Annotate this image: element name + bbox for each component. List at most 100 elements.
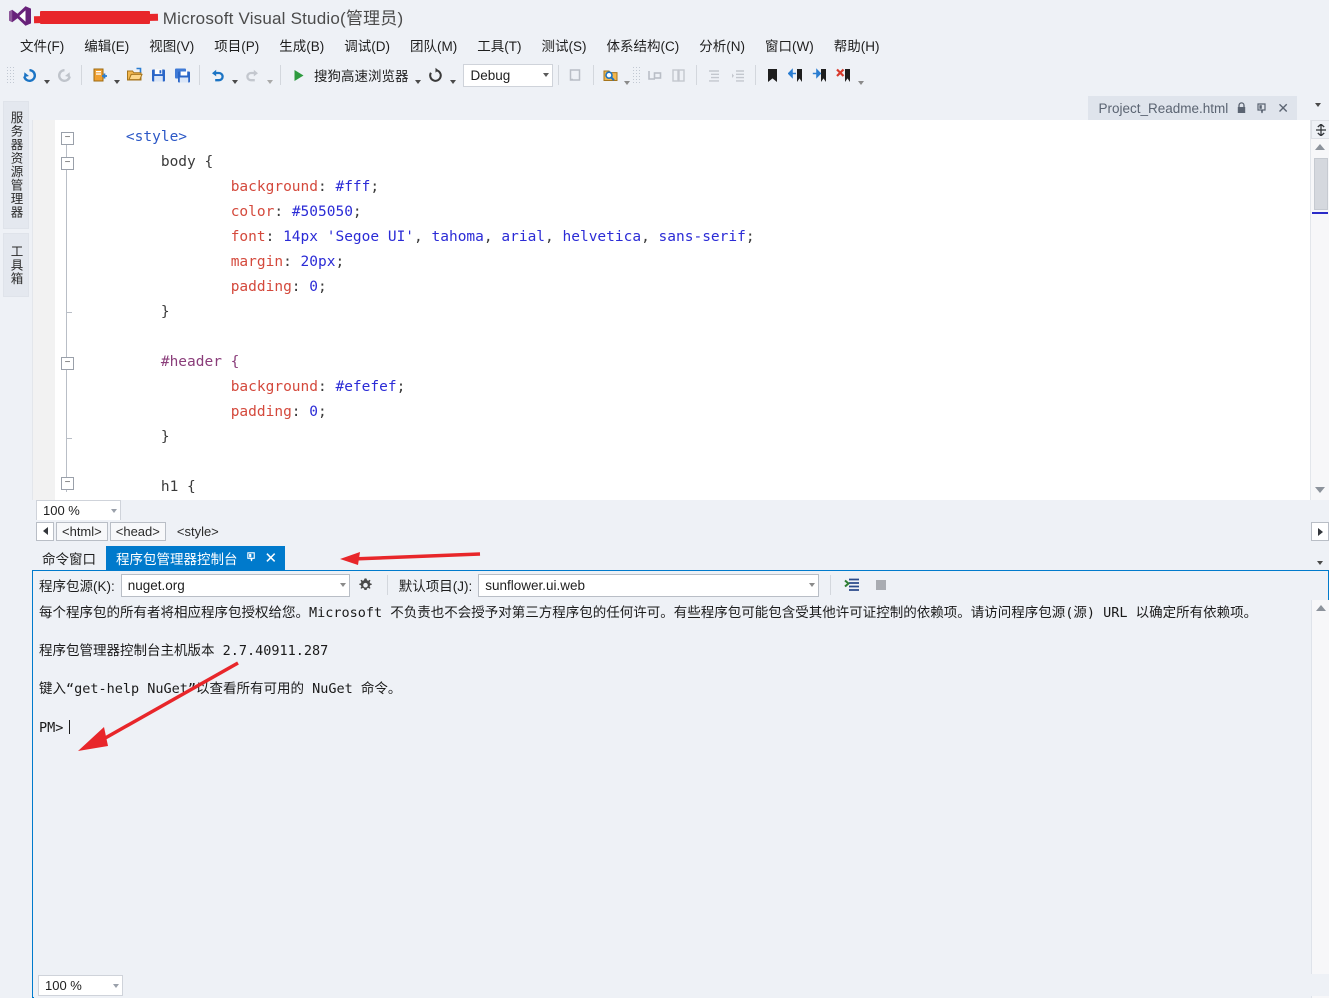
refresh-icon[interactable] (424, 63, 448, 87)
menu-item-file[interactable]: 文件(F) (10, 32, 74, 59)
toggle-bookmark-icon[interactable] (761, 63, 785, 87)
previous-bookmark-icon[interactable] (785, 63, 809, 87)
console-caret (69, 720, 71, 734)
tabstrip-overflow-chevron-down-icon[interactable] (1315, 103, 1321, 107)
redo-icon[interactable] (240, 63, 264, 87)
breadcrumb-item-style[interactable]: <style> (168, 522, 225, 541)
start-debug-target-label[interactable]: 搜狗高速浏览器 (310, 65, 413, 85)
menu-item-edit[interactable]: 编辑(E) (74, 32, 139, 59)
title-bar: - Microsoft Visual Studio(管理员) (0, 0, 1329, 32)
scrollbar-change-marker (1312, 212, 1328, 214)
menu-item-analyze[interactable]: 分析(N) (689, 32, 755, 59)
split-view-icon[interactable] (1311, 120, 1329, 139)
solution-configuration-combo[interactable]: Debug (462, 63, 553, 87)
code-editor[interactable]: − − − − <style> body { background: #fff;… (32, 120, 1329, 500)
menu-item-window[interactable]: 窗口(W) (755, 32, 824, 59)
stop-icon[interactable] (870, 574, 892, 596)
next-bookmark-icon[interactable] (809, 63, 833, 87)
default-project-combo[interactable]: sunflower.ui.web (478, 573, 820, 597)
new-project-dropdown[interactable] (111, 60, 122, 90)
refresh-dropdown[interactable] (448, 60, 459, 90)
decrease-indent-icon[interactable] (726, 63, 750, 87)
menu-item-debug[interactable]: 调试(D) (334, 32, 400, 59)
menu-item-tools[interactable]: 工具(T) (467, 32, 531, 59)
panel-tab-strip: 命令窗口 程序包管理器控制台 ✕ (32, 546, 1329, 570)
editor-zoom-combo[interactable]: 100 % (36, 500, 121, 521)
comment-icon[interactable] (643, 63, 667, 87)
toolbar-separator (280, 65, 281, 85)
scroll-up-icon[interactable] (1311, 139, 1329, 155)
code-line: <style> (125, 129, 188, 145)
fold-marker[interactable]: − (61, 132, 74, 145)
undo-dropdown[interactable] (229, 60, 240, 90)
navigate-back-dropdown[interactable] (41, 60, 52, 90)
clear-bookmarks-icon[interactable] (833, 63, 857, 87)
pin-icon[interactable] (246, 551, 257, 565)
step-icon[interactable] (564, 63, 588, 87)
code-line: } (160, 429, 170, 445)
default-project-value: sunflower.ui.web (485, 577, 586, 593)
panel-overflow-chevron-down-icon[interactable] (1317, 561, 1323, 565)
save-all-icon[interactable] (170, 63, 194, 87)
menu-item-test[interactable]: 测试(S) (532, 32, 597, 59)
open-file-icon[interactable] (122, 63, 146, 87)
start-debug-play-icon[interactable] (286, 63, 310, 87)
editor-vertical-scrollbar[interactable] (1310, 120, 1329, 500)
sidebar-item-server-explorer[interactable]: 服务器资源管理器 (3, 101, 29, 229)
pin-icon[interactable] (1255, 102, 1268, 115)
menu-item-help[interactable]: 帮助(H) (824, 32, 890, 59)
breadcrumb-item-html[interactable]: <html> (56, 521, 108, 541)
fold-marker[interactable]: − (61, 157, 74, 170)
navigate-back-icon[interactable] (17, 63, 41, 87)
code-text[interactable]: <style> body { background: #fff; color: … (81, 120, 1329, 500)
save-icon[interactable] (146, 63, 170, 87)
scroll-up-icon[interactable] (1312, 600, 1329, 616)
clear-console-icon[interactable] (842, 574, 864, 596)
console-line: 每个程序包的所有者将相应程序包授权给您。Microsoft 不负责也不会授予对第… (39, 605, 1258, 621)
undo-icon[interactable] (205, 63, 229, 87)
toolbar-grip[interactable] (6, 66, 14, 84)
package-source-combo[interactable]: nuget.org (120, 573, 350, 597)
redo-dropdown[interactable] (264, 60, 275, 90)
code-line: margin: 20px; (230, 254, 345, 270)
fold-marker[interactable]: − (61, 477, 74, 490)
increase-indent-icon[interactable] (702, 63, 726, 87)
menu-item-architecture[interactable]: 体系结构(C) (597, 32, 690, 59)
toolbar-separator (695, 65, 697, 85)
toolbar-separator (592, 65, 594, 85)
editor-scroll-right-icon[interactable] (1311, 522, 1329, 541)
outlining-margin[interactable]: − − − − (55, 120, 81, 500)
tab-package-manager-console-label: 程序包管理器控制台 (116, 552, 238, 567)
menu-item-view[interactable]: 视图(V) (139, 32, 204, 59)
menu-item-project[interactable]: 项目(P) (204, 32, 269, 59)
breadcrumb-back-button[interactable] (36, 521, 54, 541)
console-vertical-scrollbar[interactable] (1311, 600, 1329, 998)
toolbar-grip[interactable] (631, 66, 640, 84)
console-text[interactable]: 每个程序包的所有者将相应程序包授权给您。Microsoft 不负责也不会授予对第… (34, 600, 1311, 998)
menu-item-team[interactable]: 团队(M) (400, 32, 467, 59)
solution-configuration-value: Debug (470, 67, 511, 83)
scroll-down-icon[interactable] (1311, 482, 1329, 498)
new-project-icon[interactable] (87, 63, 111, 87)
navigate-forward-icon[interactable] (52, 63, 76, 87)
menu-item-build[interactable]: 生成(B) (269, 32, 334, 59)
uncomment-icon[interactable] (667, 63, 691, 87)
close-icon[interactable]: ✕ (1275, 101, 1291, 115)
console-output-area[interactable]: 每个程序包的所有者将相应程序包授权给您。Microsoft 不负责也不会授予对第… (34, 600, 1329, 998)
breadcrumb-item-head[interactable]: <head> (109, 521, 166, 541)
find-in-files-icon[interactable] (599, 63, 623, 87)
document-tab-project-readme[interactable]: Project_Readme.html ✕ (1088, 96, 1297, 120)
fold-marker[interactable]: − (61, 357, 74, 370)
close-icon[interactable]: ✕ (265, 551, 278, 566)
bookmarks-overflow[interactable] (857, 61, 866, 90)
toolbar-separator (830, 575, 832, 595)
tab-package-manager-console[interactable]: 程序包管理器控制台 ✕ (106, 546, 286, 570)
sidebar-item-toolbox[interactable]: 工具箱 (3, 233, 29, 297)
window-title: - Microsoft Visual Studio(管理员) (152, 8, 404, 28)
find-dropdown[interactable] (623, 61, 632, 90)
start-debug-dropdown[interactable] (413, 60, 424, 90)
tab-command-window[interactable]: 命令窗口 (32, 546, 106, 570)
scrollbar-thumb[interactable] (1314, 158, 1328, 210)
gear-icon[interactable] (356, 575, 376, 595)
console-zoom-combo[interactable]: 100 % (38, 975, 123, 996)
